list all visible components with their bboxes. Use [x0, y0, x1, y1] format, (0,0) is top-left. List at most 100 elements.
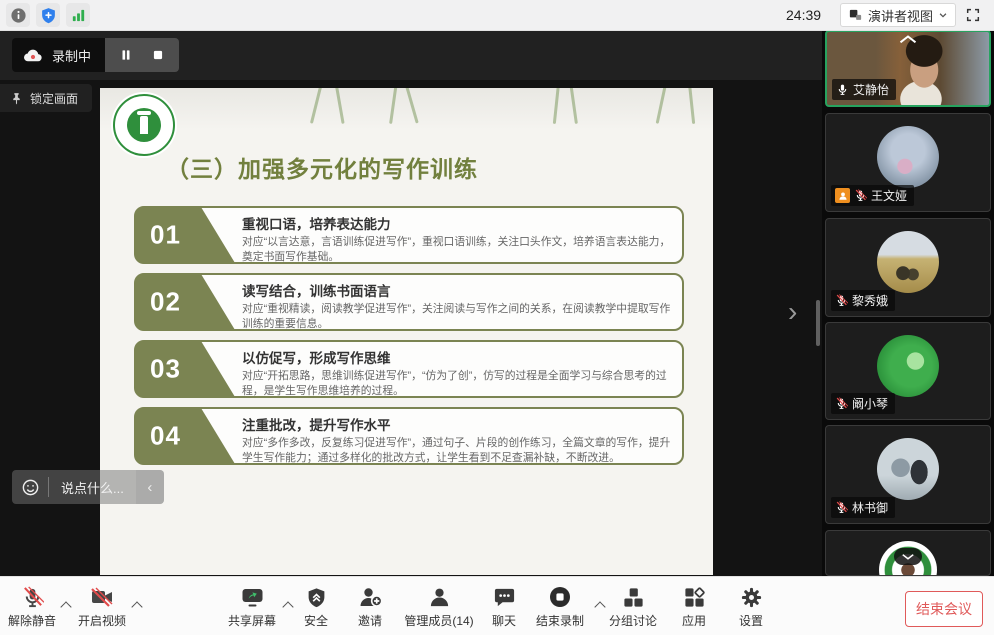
- participant-tile[interactable]: 王文娅: [825, 113, 991, 212]
- chevron-down-icon: [938, 10, 948, 20]
- stop-record-icon: [548, 584, 572, 610]
- breakout-rooms-button[interactable]: 分组讨论: [601, 584, 665, 629]
- shield-protect-icon[interactable]: [36, 3, 60, 27]
- pin-icon: [10, 92, 23, 105]
- participant-tile-video[interactable]: 艾静怡: [825, 30, 991, 107]
- avatar: [877, 231, 939, 293]
- mic-muted-icon: [835, 397, 848, 410]
- apps-grid-icon: [683, 584, 706, 610]
- stop-recording-button[interactable]: [145, 42, 171, 68]
- participant-name-tag: 王文娅: [831, 185, 914, 206]
- slide-item-2: 02 读写结合，训练书面语言 对应“重视精读，阅读教学促进写作”，关注阅读与写作…: [134, 273, 684, 331]
- participants-sidebar: 艾静怡 王文娅 黎秀娥 阚小琴 林书御: [822, 30, 994, 576]
- sidebar-scrollbar[interactable]: [816, 300, 820, 346]
- security-button[interactable]: 安全: [292, 584, 340, 629]
- mic-muted-icon: [854, 189, 867, 202]
- item-title: 重视口语，培养表达能力: [242, 213, 674, 233]
- slide-item-1: 01 重视口语，培养表达能力 对应“以言达意，言语训练促进写作”，重视口语训练，…: [134, 206, 684, 264]
- item-title: 以仿促写，形成写作思维: [242, 347, 674, 367]
- share-screen-icon: [240, 584, 265, 610]
- participant-name: 艾静怡: [853, 81, 889, 98]
- settings-button[interactable]: 设置: [727, 584, 775, 629]
- manage-members-button[interactable]: 管理成员(14): [394, 584, 484, 629]
- participant-name: 黎秀娥: [852, 292, 888, 309]
- chat-input[interactable]: 说点什么...: [49, 478, 136, 497]
- breakout-blocks-icon: [622, 584, 645, 610]
- participant-tile[interactable]: 阚小琴: [825, 322, 991, 420]
- layout-icon: [848, 8, 863, 23]
- slide-title: （三）加强多元化的写作训练: [166, 150, 478, 184]
- share-screen-button[interactable]: 共享屏幕: [220, 584, 284, 629]
- camera-off-icon: [90, 584, 114, 610]
- participant-name: 林书御: [852, 499, 888, 516]
- item-number: 03: [150, 354, 181, 385]
- slide-item-3: 03 以仿促写，形成写作思维 对应“开拓思路，思维训练促进写作”，“仿为了创”，…: [134, 340, 684, 398]
- avatar: [877, 335, 939, 397]
- start-video-button[interactable]: 开启视频: [70, 584, 134, 629]
- item-body: 对应“重视精读，阅读教学促进写作”，关注阅读与写作之间的关系，在阅读教学中提取写…: [242, 302, 674, 333]
- invite-button[interactable]: 邀请: [346, 584, 394, 629]
- participant-tile[interactable]: 黎秀娥: [825, 218, 991, 317]
- mic-muted-icon: [835, 501, 848, 514]
- mic-options-chevron[interactable]: [62, 601, 70, 609]
- scroll-down-chevron-icon[interactable]: [894, 548, 922, 565]
- unmute-button[interactable]: 解除静音: [0, 584, 64, 629]
- recording-indicator: 录制中: [12, 38, 179, 72]
- gear-icon: [740, 584, 763, 610]
- collapse-chat-button[interactable]: ‹: [136, 470, 164, 504]
- cloud-recording-icon: [22, 46, 44, 64]
- view-mode-button[interactable]: 演讲者视图: [840, 3, 956, 27]
- shared-screen-stage: 录制中 锁定画面 （三）加强: [0, 30, 822, 576]
- participant-tile[interactable]: 林书御: [825, 425, 991, 524]
- item-number: 01: [150, 220, 181, 251]
- chat-bubble-icon: [493, 584, 516, 610]
- info-icon[interactable]: [6, 3, 30, 27]
- recording-status-label: 录制中: [52, 46, 91, 65]
- member-person-icon: [428, 584, 451, 610]
- item-body: 对应“以言达意，言语训练促进写作”，重视口语训练，关注口头作文，培养语言表达能力…: [242, 235, 674, 266]
- end-meeting-button[interactable]: 结束会议: [905, 591, 983, 627]
- school-logo: [113, 94, 175, 156]
- participant-name-tag: 林书御: [831, 497, 895, 518]
- meeting-timer: 24:39: [786, 0, 821, 30]
- participant-name: 王文娅: [871, 187, 907, 204]
- security-shield-icon: [306, 584, 327, 610]
- item-number: 04: [150, 421, 181, 452]
- invite-person-icon: [358, 584, 383, 610]
- host-badge-icon: [835, 188, 850, 203]
- signal-strength-icon[interactable]: [66, 3, 90, 27]
- participant-name: 阚小琴: [852, 395, 888, 412]
- mic-muted-icon: [21, 584, 44, 610]
- top-left-icons: [6, 3, 90, 27]
- video-options-chevron[interactable]: [133, 601, 141, 609]
- pause-recording-button[interactable]: [113, 42, 139, 68]
- participant-name-tag: 阚小琴: [831, 393, 895, 414]
- apps-button[interactable]: 应用: [670, 584, 718, 629]
- view-mode-label: 演讲者视图: [868, 6, 933, 25]
- lock-view-button[interactable]: 锁定画面: [0, 84, 92, 112]
- fullscreen-button[interactable]: [962, 4, 984, 26]
- avatar: [877, 126, 939, 188]
- collapse-strip-chevron-up-icon[interactable]: [898, 34, 918, 44]
- chat-button[interactable]: 聊天: [480, 584, 528, 629]
- next-page-arrow[interactable]: ›: [788, 298, 797, 326]
- share-options-chevron[interactable]: [284, 601, 292, 609]
- mic-on-icon: [836, 83, 849, 96]
- item-body: 对应“开拓思路，思维训练促进写作”，“仿为了创”，仿写的过程是全面学习与综合思考…: [242, 369, 674, 400]
- emoji-button[interactable]: [12, 478, 48, 497]
- lock-view-label: 锁定画面: [30, 90, 78, 107]
- participant-name-tag: 黎秀娥: [831, 290, 895, 311]
- item-body: 对应“多作多改，反复练习促进写作”，通过句子、片段的创作练习，全篇文章的写作，提…: [242, 436, 674, 467]
- mic-muted-icon: [835, 294, 848, 307]
- item-number: 02: [150, 287, 181, 318]
- item-title: 注重批改，提升写作水平: [242, 414, 674, 434]
- participant-name-tag: 艾静怡: [832, 79, 896, 100]
- quick-chat-bubble: 说点什么... ‹: [12, 470, 164, 504]
- slide-top-band: [100, 88, 713, 130]
- participant-tile-partial[interactable]: [825, 530, 991, 576]
- end-recording-button[interactable]: 结束录制: [528, 584, 592, 629]
- meeting-toolbar: 解除静音 开启视频 共享屏幕: [0, 576, 994, 635]
- avatar: [877, 438, 939, 500]
- presentation-slide: （三）加强多元化的写作训练 01 重视口语，培养表达能力 对应“以言达意，言语训…: [100, 88, 713, 575]
- slide-item-4: 04 注重批改，提升写作水平 对应“多作多改，反复练习促进写作”，通过句子、片段…: [134, 407, 684, 465]
